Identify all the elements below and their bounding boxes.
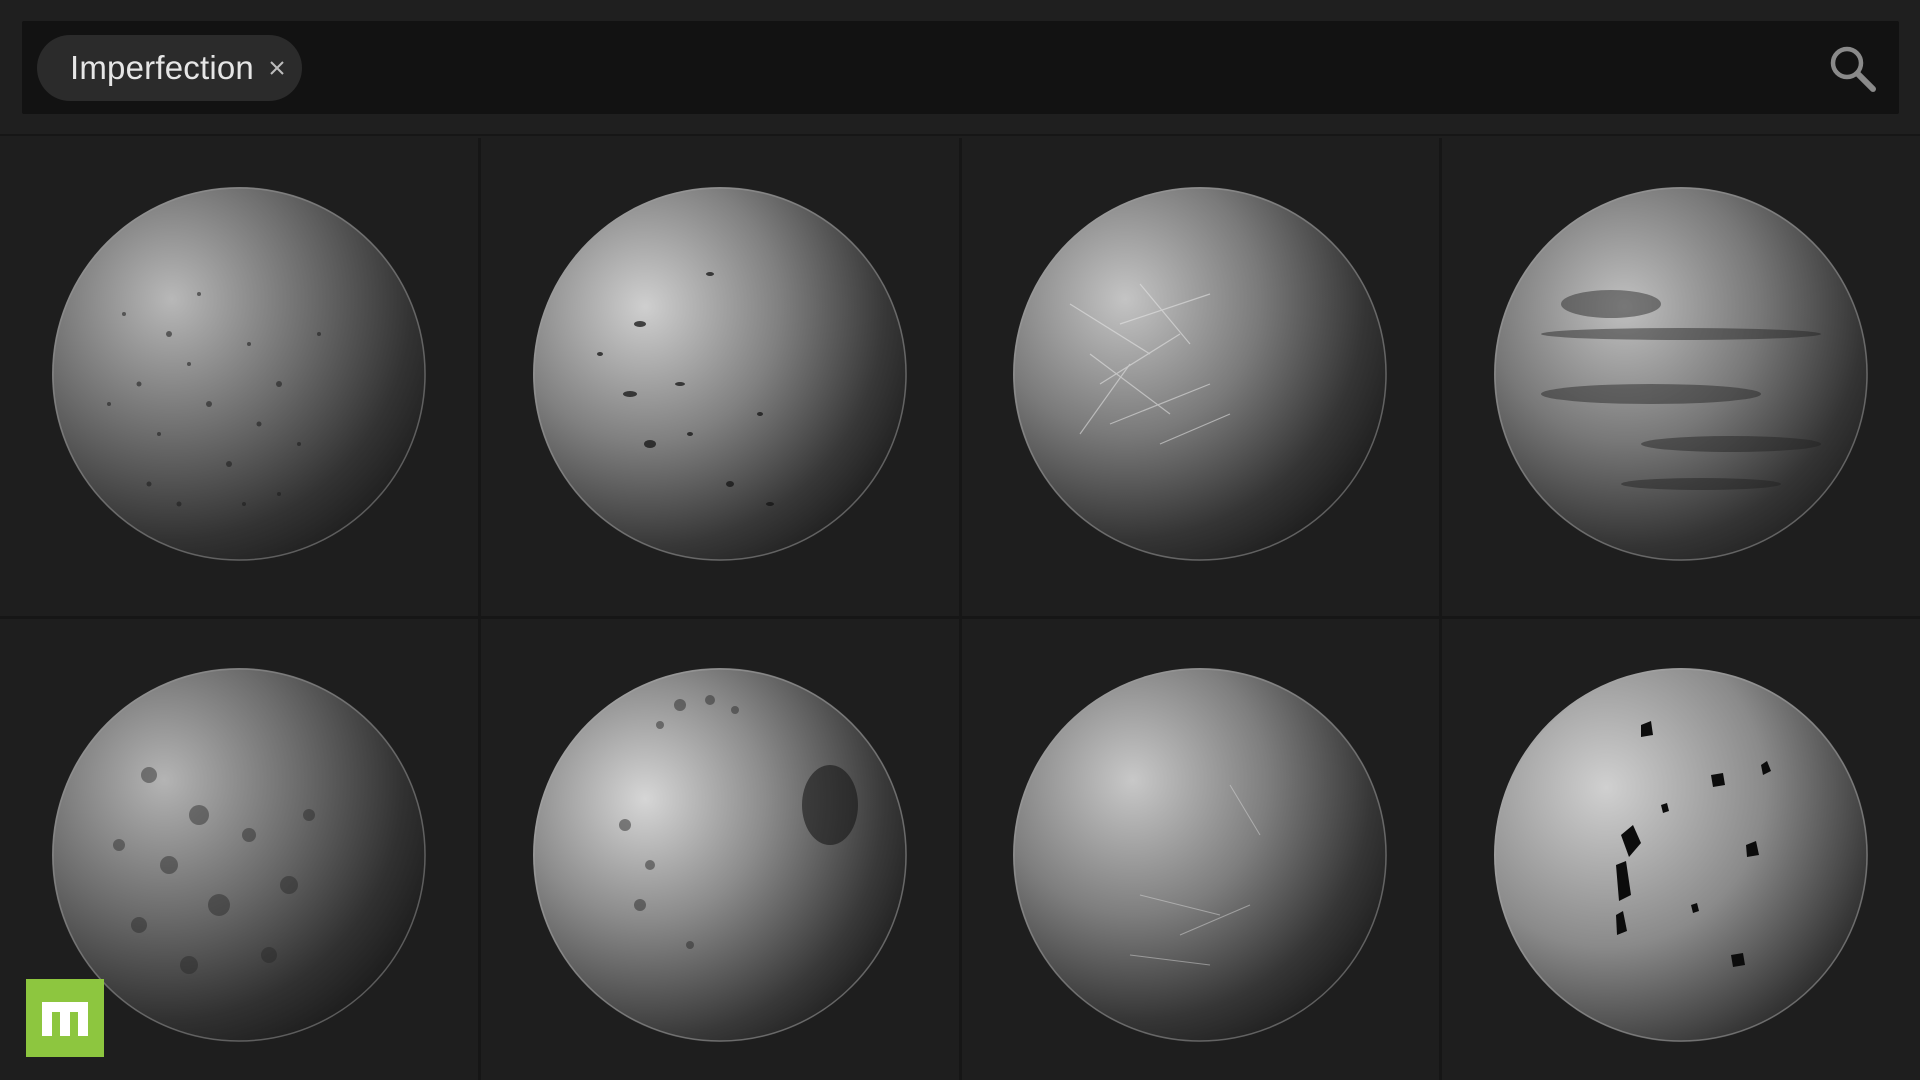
- material-tile[interactable]: [0, 138, 478, 616]
- brand-logo-icon: [26, 979, 104, 1057]
- top-bar: Imperfection: [0, 0, 1920, 136]
- search-icon[interactable]: [1825, 41, 1879, 95]
- remove-tag-button[interactable]: [266, 57, 288, 79]
- material-sphere-preview: [1494, 668, 1869, 1042]
- brand-logo-mark: [42, 1002, 88, 1036]
- material-sphere-preview: [532, 668, 907, 1042]
- material-sphere-preview: [51, 668, 426, 1042]
- material-tile[interactable]: [1442, 619, 1920, 1080]
- material-tile[interactable]: [480, 619, 959, 1080]
- material-tile[interactable]: [961, 138, 1440, 616]
- search-tag-chip[interactable]: Imperfection: [37, 35, 302, 101]
- search-bar[interactable]: Imperfection: [22, 21, 1899, 114]
- material-sphere-preview: [1013, 187, 1388, 561]
- close-icon: [270, 61, 284, 75]
- material-tile[interactable]: [961, 619, 1440, 1080]
- material-sphere-preview: [51, 187, 426, 561]
- material-sphere-preview: [1494, 187, 1869, 561]
- material-tile[interactable]: [480, 138, 959, 616]
- material-tile[interactable]: [1442, 138, 1920, 616]
- material-browser: Imperfection: [0, 0, 1920, 1080]
- tag-label: Imperfection: [70, 49, 254, 86]
- material-sphere-preview: [1013, 668, 1388, 1042]
- material-sphere-preview: [532, 187, 907, 561]
- material-grid: [0, 138, 1920, 1080]
